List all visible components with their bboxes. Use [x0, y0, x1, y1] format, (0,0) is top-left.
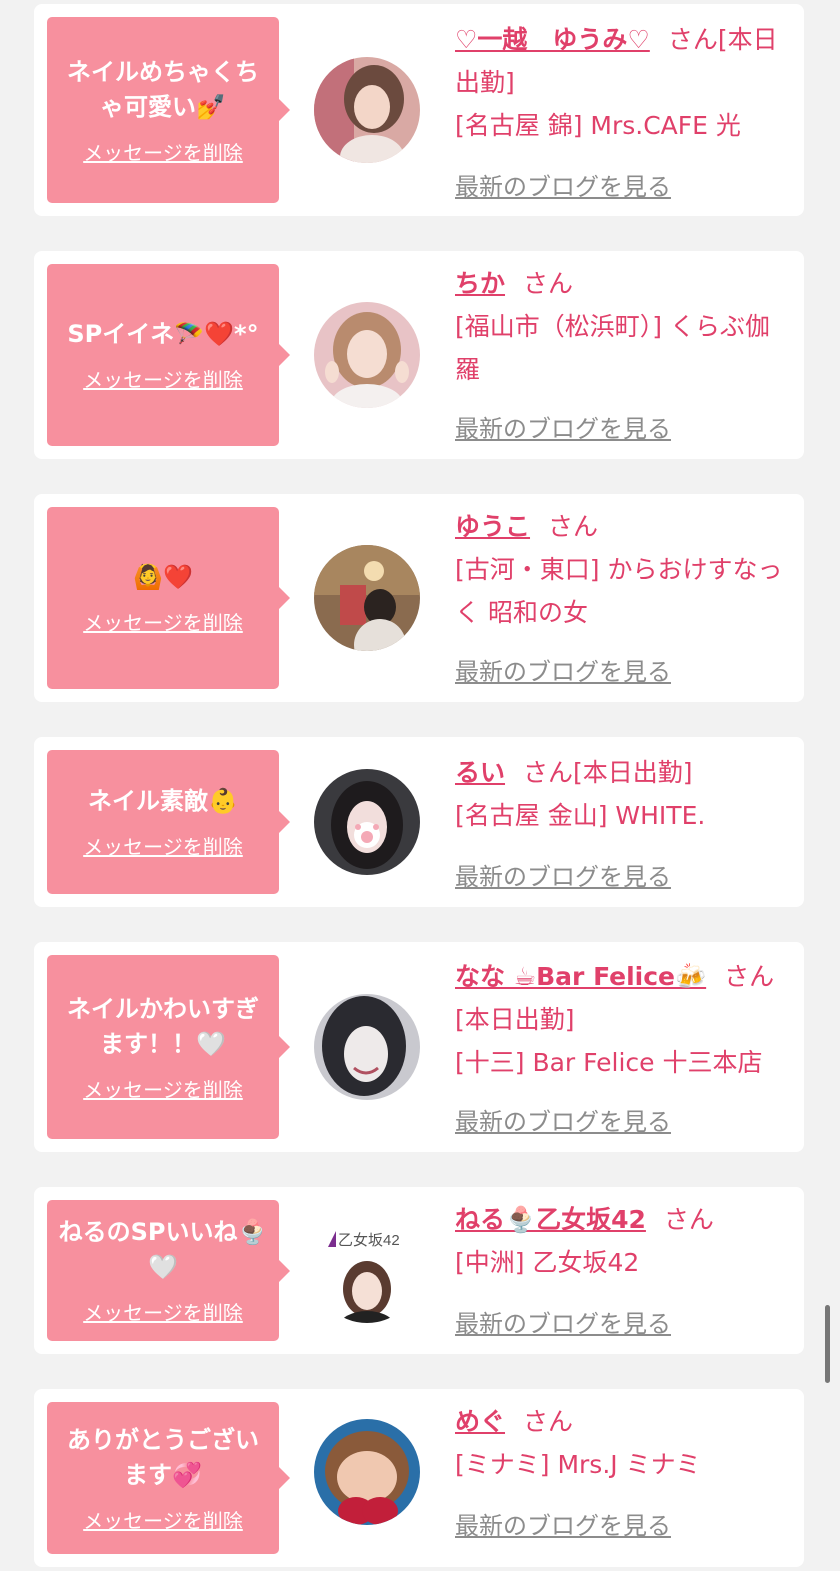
user-info: ゆうこ さん [古河・東口] からおけすなっく 昭和の女	[455, 505, 790, 634]
message-bubble: ネイルめちゃくちゃ可愛い💅 メッセージを削除	[47, 17, 290, 203]
message-text: ネイル素敵👶	[88, 787, 238, 815]
delete-message-link[interactable]: メッセージを削除	[83, 1297, 243, 1326]
scrollbar[interactable]	[825, 1305, 830, 1383]
user-name-link[interactable]: るい	[455, 758, 505, 787]
user-info: ちか さん [福山市（松浜町）] くらぶ伽羅	[455, 262, 790, 391]
delete-message-link[interactable]: メッセージを削除	[83, 364, 243, 393]
message-card: ネイルかわいすぎます！！🤍 メッセージを削除 なな ☕Bar Felice🍻 さん…	[34, 942, 804, 1152]
user-info: ねる🍨乙女坂42 さん [中洲] 乙女坂42	[455, 1198, 790, 1284]
message-bubble: ネイル素敵👶 メッセージを削除	[47, 750, 290, 894]
delete-message-link[interactable]: メッセージを削除	[83, 831, 243, 860]
avatar[interactable]	[314, 57, 420, 163]
shop-label: [中洲] 乙女坂42	[455, 1248, 640, 1277]
honorific: さん	[548, 512, 599, 541]
user-name-link[interactable]: ♡一越 ゆうみ♡	[455, 25, 650, 54]
shop-label: [名古屋 金山] WHITE.	[455, 801, 706, 830]
user-info: ♡一越 ゆうみ♡ さん[本日出勤] [名古屋 錦] Mrs.CAFE 光	[455, 18, 790, 147]
avatar[interactable]	[314, 545, 420, 651]
message-card: 🙆❤️ メッセージを削除 ゆうこ さん [古河・東口] からおけすなっく 昭和の女…	[34, 494, 804, 702]
message-card: ネイル素敵👶 メッセージを削除 るい さん[本日出勤] [名古屋 金山] WHIT…	[34, 737, 804, 907]
message-bubble: ネイルかわいすぎます！！🤍 メッセージを削除	[47, 955, 290, 1139]
shop-label: [名古屋 錦] Mrs.CAFE 光	[455, 111, 741, 140]
message-text: 🙆❤️	[133, 563, 193, 591]
shop-label: [古河・東口] からおけすなっく 昭和の女	[455, 555, 783, 627]
delete-message-link[interactable]: メッセージを削除	[83, 607, 243, 636]
message-text: ネイルめちゃくちゃ可愛い💅	[67, 57, 259, 121]
message-text: SPイイネ🪂❤️*°	[67, 320, 259, 348]
message-list: ネイルめちゃくちゃ可愛い💅 メッセージを削除 ♡一越 ゆうみ♡ さん[本日出勤] …	[0, 0, 840, 1571]
avatar[interactable]	[314, 994, 420, 1100]
user-name-link[interactable]: ちか	[455, 269, 505, 298]
user-info: なな ☕Bar Felice🍻 さん [本日出勤] [十三] Bar Felice …	[455, 955, 790, 1084]
avatar[interactable]	[314, 1419, 420, 1525]
avatar-logo-text: 乙女坂42	[338, 1231, 400, 1249]
message-bubble: ありがとうございます💞 メッセージを削除	[47, 1402, 290, 1554]
honorific: さん	[523, 269, 574, 298]
latest-blog-link[interactable]: 最新のブログを見る	[455, 1506, 671, 1541]
avatar[interactable]	[314, 302, 420, 408]
latest-blog-link[interactable]: 最新のブログを見る	[455, 652, 671, 687]
latest-blog-link[interactable]: 最新のブログを見る	[455, 1102, 671, 1137]
message-card: ねるのSPいいね🍨🤍 メッセージを削除 乙女坂42 ねる🍨乙女坂42 さん [中洲…	[34, 1187, 804, 1354]
avatar[interactable]	[314, 769, 420, 875]
message-card: ネイルめちゃくちゃ可愛い💅 メッセージを削除 ♡一越 ゆうみ♡ さん[本日出勤] …	[34, 4, 804, 216]
avatar[interactable]: 乙女坂42	[314, 1217, 420, 1323]
honorific: さん	[663, 1205, 714, 1234]
honorific: さん	[724, 962, 775, 991]
delete-message-link[interactable]: メッセージを削除	[83, 1074, 243, 1103]
latest-blog-link[interactable]: 最新のブログを見る	[455, 409, 671, 444]
delete-message-link[interactable]: メッセージを削除	[83, 137, 243, 166]
message-bubble: ねるのSPいいね🍨🤍 メッセージを削除	[47, 1200, 290, 1341]
shop-label: [十三] Bar Felice 十三本店	[455, 1048, 763, 1077]
delete-message-link[interactable]: メッセージを削除	[83, 1505, 243, 1534]
message-text: ねるのSPいいね🍨🤍	[58, 1218, 268, 1281]
shop-label: [福山市（松浜町）] くらぶ伽羅	[455, 312, 770, 384]
message-text: ありがとうございます💞	[67, 1425, 259, 1489]
honorific: さん	[523, 1407, 574, 1436]
latest-blog-link[interactable]: 最新のブログを見る	[455, 1304, 671, 1339]
user-name-link[interactable]: ゆうこ	[455, 512, 530, 541]
user-name-link[interactable]: なな ☕Bar Felice🍻	[455, 962, 706, 991]
status-label: [本日出勤]	[455, 1005, 575, 1034]
user-info: めぐ さん [ミナミ] Mrs.J ミナミ	[455, 1400, 790, 1486]
honorific: さん	[523, 758, 574, 787]
latest-blog-link[interactable]: 最新のブログを見る	[455, 857, 671, 892]
user-info: るい さん[本日出勤] [名古屋 金山] WHITE.	[455, 751, 790, 837]
message-bubble: SPイイネ🪂❤️*° メッセージを削除	[47, 264, 290, 446]
honorific: さん	[667, 25, 718, 54]
latest-blog-link[interactable]: 最新のブログを見る	[455, 167, 671, 202]
message-card: ありがとうございます💞 メッセージを削除 めぐ さん [ミナミ] Mrs.J ミナ…	[34, 1389, 804, 1567]
shop-label: [ミナミ] Mrs.J ミナミ	[455, 1450, 701, 1479]
user-name-link[interactable]: めぐ	[455, 1407, 505, 1436]
message-bubble: 🙆❤️ メッセージを削除	[47, 507, 290, 689]
message-card: SPイイネ🪂❤️*° メッセージを削除 ちか さん [福山市（松浜町）] くらぶ伽…	[34, 251, 804, 459]
user-name-link[interactable]: ねる🍨乙女坂42	[455, 1205, 646, 1234]
message-text: ネイルかわいすぎます！！🤍	[67, 994, 259, 1058]
status-label: [本日出勤]	[573, 758, 693, 787]
